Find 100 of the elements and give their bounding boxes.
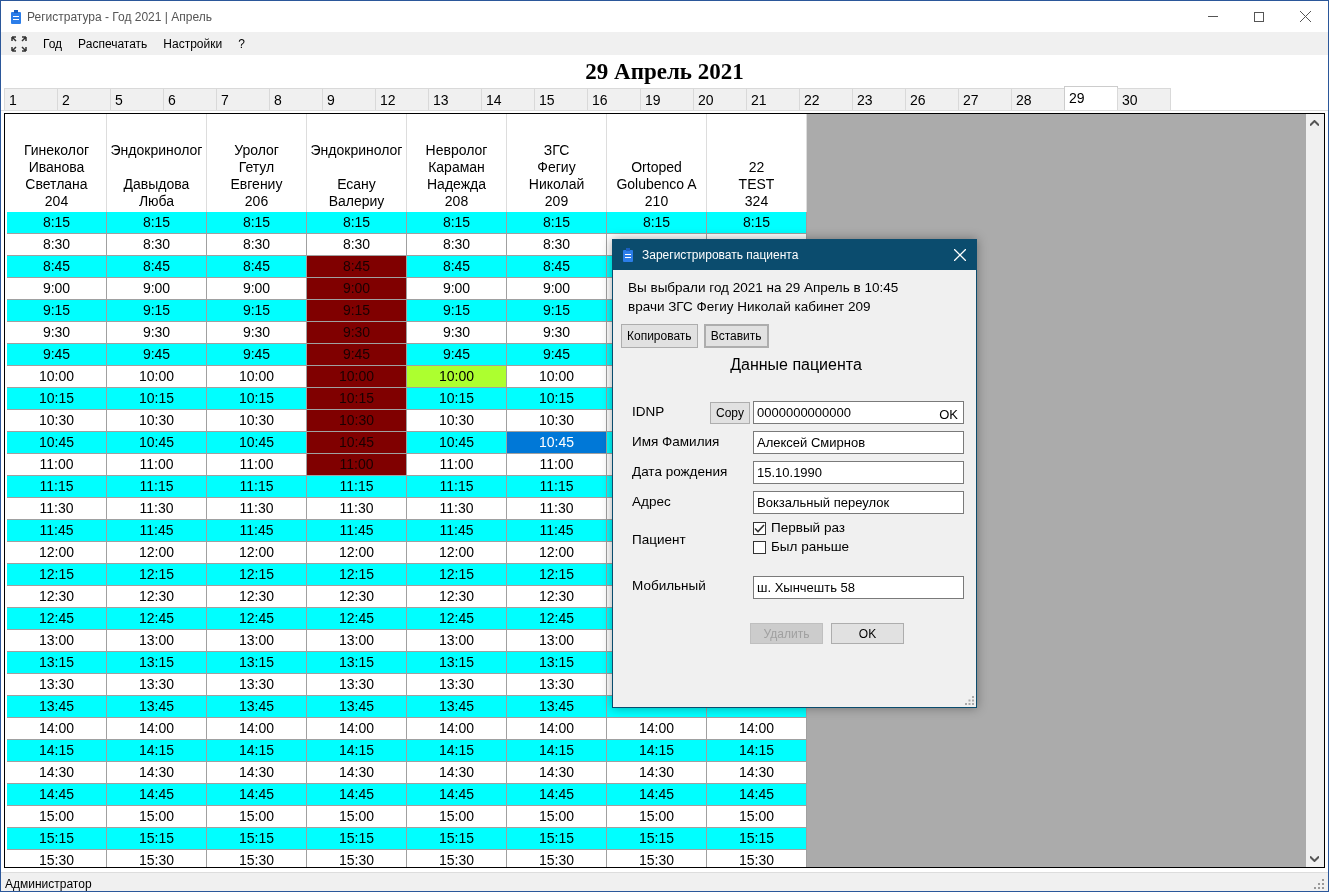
time-slot[interactable]: 11:45 <box>307 520 407 542</box>
day-tab[interactable]: 19 <box>640 88 694 110</box>
time-slot[interactable]: 9:45 <box>107 344 207 366</box>
time-slot[interactable]: 14:30 <box>607 762 707 784</box>
time-slot[interactable]: 9:15 <box>107 300 207 322</box>
time-slot[interactable]: 12:30 <box>207 586 307 608</box>
time-slot[interactable]: 13:00 <box>507 630 607 652</box>
time-slot[interactable]: 8:15 <box>207 212 307 234</box>
time-slot[interactable]: 9:30 <box>407 322 507 344</box>
time-slot[interactable]: 11:00 <box>207 454 307 476</box>
time-slot[interactable]: 13:45 <box>7 696 107 718</box>
time-slot[interactable]: 15:15 <box>307 828 407 850</box>
time-slot[interactable]: 12:45 <box>107 608 207 630</box>
time-slot[interactable]: 15:15 <box>507 828 607 850</box>
time-slot[interactable]: 8:15 <box>7 212 107 234</box>
time-slot[interactable]: 11:45 <box>7 520 107 542</box>
time-slot[interactable]: 10:30 <box>207 410 307 432</box>
day-tab[interactable]: 15 <box>534 88 588 110</box>
time-slot[interactable]: 8:45 <box>107 256 207 278</box>
time-slot[interactable]: 10:30 <box>107 410 207 432</box>
time-slot[interactable]: 9:00 <box>107 278 207 300</box>
menu-item[interactable]: ? <box>230 34 253 53</box>
day-tab[interactable]: 28 <box>1011 88 1065 110</box>
time-slot[interactable]: 11:15 <box>107 476 207 498</box>
time-slot[interactable]: 12:30 <box>407 586 507 608</box>
time-slot[interactable]: 9:15 <box>507 300 607 322</box>
checkbox-label[interactable]: Был раньше <box>771 537 850 558</box>
time-slot[interactable]: 10:45 <box>507 432 607 454</box>
time-slot[interactable]: 10:30 <box>7 410 107 432</box>
time-slot[interactable]: 12:00 <box>407 542 507 564</box>
time-slot[interactable]: 15:15 <box>707 828 807 850</box>
time-slot[interactable]: 9:00 <box>207 278 307 300</box>
time-slot[interactable]: 15:15 <box>607 828 707 850</box>
time-slot[interactable]: 10:15 <box>507 388 607 410</box>
day-tab[interactable]: 7 <box>216 88 270 110</box>
day-tab[interactable]: 2 <box>57 88 111 110</box>
time-slot[interactable]: 11:30 <box>107 498 207 520</box>
time-slot[interactable]: 9:00 <box>7 278 107 300</box>
day-tab[interactable]: 27 <box>958 88 1012 110</box>
time-slot[interactable]: 9:30 <box>7 322 107 344</box>
time-slot[interactable]: 13:30 <box>107 674 207 696</box>
time-slot[interactable]: 8:30 <box>507 234 607 256</box>
time-slot[interactable]: 10:00 <box>207 366 307 388</box>
day-tab[interactable]: 9 <box>322 88 376 110</box>
time-slot[interactable]: 14:15 <box>507 740 607 762</box>
time-slot[interactable]: 12:00 <box>107 542 207 564</box>
time-slot[interactable]: 8:15 <box>307 212 407 234</box>
time-slot[interactable]: 15:00 <box>607 806 707 828</box>
time-slot[interactable]: 14:30 <box>707 762 807 784</box>
time-slot[interactable]: 12:45 <box>407 608 507 630</box>
time-slot[interactable]: 11:45 <box>407 520 507 542</box>
time-slot[interactable]: 13:00 <box>307 630 407 652</box>
time-slot[interactable]: 8:15 <box>507 212 607 234</box>
time-slot[interactable]: 13:30 <box>207 674 307 696</box>
time-slot[interactable]: 11:15 <box>507 476 607 498</box>
time-slot[interactable]: 13:30 <box>7 674 107 696</box>
time-slot[interactable]: 13:45 <box>207 696 307 718</box>
time-slot[interactable]: 10:15 <box>407 388 507 410</box>
day-tab[interactable]: 1 <box>4 88 58 110</box>
dialog-button[interactable]: OK <box>831 623 904 644</box>
time-slot[interactable]: 10:15 <box>107 388 207 410</box>
time-slot[interactable]: 13:15 <box>107 652 207 674</box>
time-slot[interactable]: 14:30 <box>207 762 307 784</box>
time-slot[interactable]: 11:15 <box>7 476 107 498</box>
time-slot[interactable]: 13:45 <box>307 696 407 718</box>
time-slot[interactable]: 11:00 <box>107 454 207 476</box>
time-slot[interactable]: 13:15 <box>307 652 407 674</box>
time-slot[interactable]: 12:00 <box>307 542 407 564</box>
scrollbar[interactable] <box>1306 114 1324 867</box>
time-slot[interactable]: 13:30 <box>407 674 507 696</box>
time-slot[interactable]: 8:30 <box>407 234 507 256</box>
time-slot[interactable]: 12:45 <box>307 608 407 630</box>
time-slot[interactable]: 14:15 <box>7 740 107 762</box>
text-field[interactable]: Вокзальный переулок <box>753 491 964 514</box>
time-slot[interactable]: 11:00 <box>507 454 607 476</box>
time-slot[interactable]: 10:45 <box>7 432 107 454</box>
time-slot[interactable]: 14:30 <box>407 762 507 784</box>
time-slot[interactable]: 12:00 <box>507 542 607 564</box>
time-slot[interactable]: 13:15 <box>507 652 607 674</box>
time-slot[interactable]: 15:00 <box>707 806 807 828</box>
time-slot[interactable]: 15:15 <box>407 828 507 850</box>
day-tab[interactable]: 6 <box>163 88 217 110</box>
time-slot[interactable]: 8:30 <box>207 234 307 256</box>
time-slot[interactable]: 12:30 <box>507 586 607 608</box>
time-slot[interactable]: 9:15 <box>7 300 107 322</box>
time-slot[interactable]: 8:45 <box>207 256 307 278</box>
time-slot[interactable]: 8:30 <box>307 234 407 256</box>
day-tab[interactable]: 26 <box>905 88 959 110</box>
time-slot[interactable]: 14:45 <box>707 784 807 806</box>
time-slot[interactable]: 10:45 <box>207 432 307 454</box>
text-field[interactable]: ш. Хынчешть 58 <box>753 576 964 599</box>
time-slot[interactable]: 11:45 <box>507 520 607 542</box>
time-slot[interactable]: 14:15 <box>207 740 307 762</box>
time-slot[interactable]: 11:30 <box>407 498 507 520</box>
time-slot[interactable]: 14:15 <box>707 740 807 762</box>
time-slot[interactable]: 8:15 <box>407 212 507 234</box>
time-slot[interactable]: 11:30 <box>7 498 107 520</box>
text-field[interactable]: Алексей Смирнов <box>753 431 964 454</box>
time-slot[interactable]: 12:15 <box>207 564 307 586</box>
time-slot[interactable]: 8:15 <box>107 212 207 234</box>
